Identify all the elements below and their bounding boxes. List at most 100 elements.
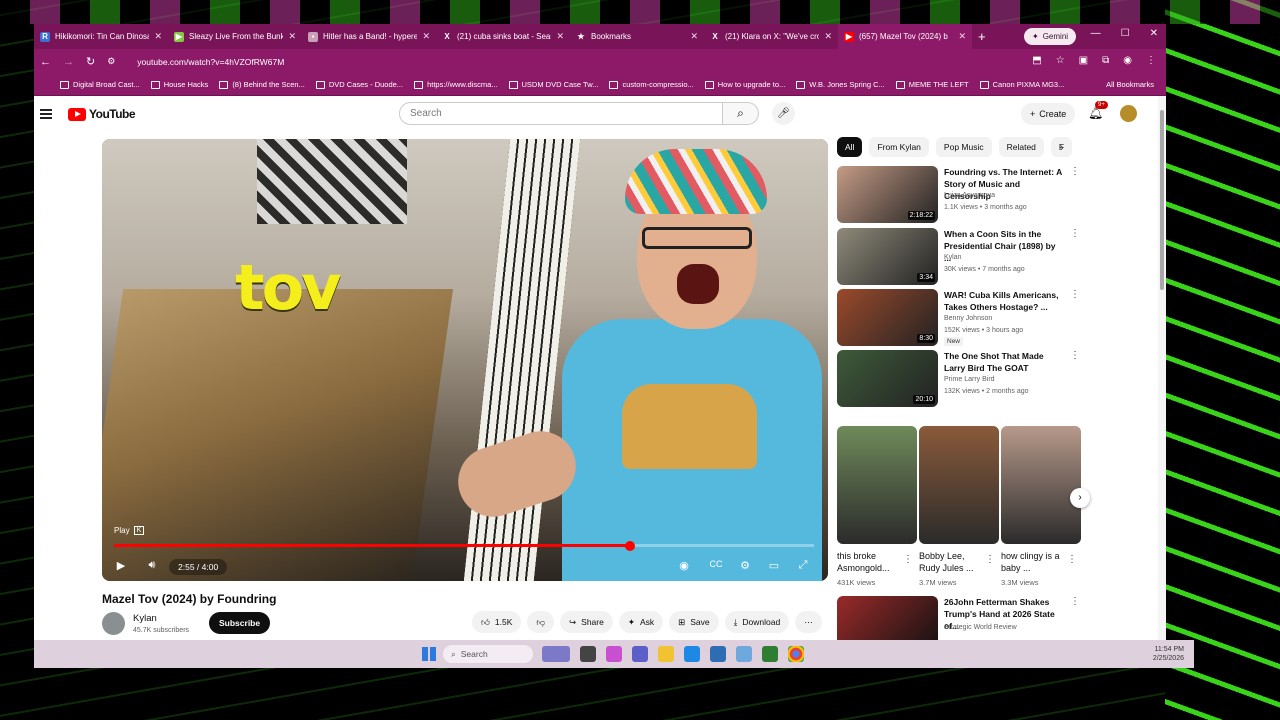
shorts-next-icon[interactable]: › [1070,488,1090,508]
more-options-icon[interactable]: ⋮ [1067,554,1077,565]
save-button[interactable]: ⊞ Save [669,611,719,633]
settings-gear-icon[interactable]: ⚙ [736,559,754,575]
bookmark-star-icon[interactable]: ☆ [1056,55,1065,66]
ask-button[interactable]: ✦ Ask [618,611,664,633]
widgets-icon[interactable] [542,646,570,662]
menu-dots-icon[interactable]: ⋮ [1146,55,1156,66]
browser-tab[interactable]: ▪ Hitler has a Band! - hypere ✕ [302,24,436,49]
tab-close-icon[interactable]: ✕ [154,31,162,42]
settings-app-icon[interactable] [736,646,752,662]
url-field[interactable]: youtube.com/watch?v=4hVZOfRW67M [137,57,284,67]
close-icon[interactable]: ✕ [1150,28,1158,39]
edge-icon[interactable] [684,646,700,662]
bookmark-item[interactable]: W.B. Jones Spring C... [796,80,885,89]
short-title[interactable]: how clingy is a baby ... [1001,550,1063,574]
rec-title[interactable]: WAR! Cuba Kills Americans, Takes Others … [944,289,1062,313]
video-player[interactable]: tov Play K ▶ 🔊︎ 2:55 / 4:00 ◉ CC ⚙ ▭ ⤢ [102,139,828,581]
site-info-icon[interactable]: ⚙ [107,56,115,67]
hamburger-menu-icon[interactable] [40,109,52,119]
volume-icon[interactable]: 🔊︎ [143,559,161,575]
more-actions-button[interactable]: ⋯ [795,611,822,633]
rec-title[interactable]: The One Shot That Made Larry Bird The GO… [944,350,1062,374]
windows-start-icon[interactable] [422,647,436,661]
bookmark-item[interactable]: Digital Broad Cast... [60,80,140,89]
tab-close-icon[interactable]: ✕ [288,31,296,42]
bookmark-item[interactable]: DVD Cases - Duode... [315,80,403,89]
youtube-logo[interactable]: YouTube [68,107,136,121]
play-icon[interactable]: ▶ [112,559,130,575]
install-icon[interactable]: ⬒ [1032,55,1041,66]
taskbar-search[interactable]: ⌕ Search [443,645,533,663]
scrubber-handle[interactable] [625,540,636,551]
short-title[interactable]: this broke Asmongold... [837,550,899,574]
scrollbar-thumb[interactable] [1160,110,1164,290]
more-options-icon[interactable]: ⋮ [1070,289,1080,300]
chevron-right-icon[interactable]: › [1060,142,1064,154]
browser-tab[interactable]: X (21) cuba sinks boat - Searc ✕ [436,24,570,49]
search-input[interactable]: Search [399,102,723,125]
store-icon[interactable] [710,646,726,662]
theater-mode-icon[interactable]: ▭ [765,559,783,575]
more-options-icon[interactable]: ⋮ [903,554,913,565]
search-icon[interactable]: ⌕ [723,102,759,125]
bookmark-item[interactable]: Canon PIXMA MG3... [979,80,1064,89]
bookmark-item[interactable]: (8) Behind the Scen... [219,80,305,89]
browser-tab[interactable]: ▶ Sleazy Live From the Bunker ✕ [168,24,302,49]
chrome-icon[interactable] [788,646,804,662]
download-button[interactable]: ⤓ Download [724,611,790,633]
recommendation-item[interactable]: 2:18:22 Foundring vs. The Internet: A St… [837,166,1087,224]
rec-channel[interactable]: Prime Larry Bird [944,376,995,383]
bookmark-item[interactable]: MEME THE LEFT [895,80,969,89]
cast-icon[interactable]: ▣ [1079,55,1088,66]
tab-close-icon[interactable]: ✕ [958,31,966,42]
minimize-icon[interactable]: — [1091,28,1101,39]
progress-bar[interactable] [114,540,814,551]
profile-icon[interactable]: ◉ [1123,55,1132,66]
short-thumbnail[interactable] [1001,426,1081,544]
channel-name[interactable]: Kylan [133,613,157,624]
back-icon[interactable]: ← [40,56,51,68]
tab-close-icon[interactable]: ✕ [556,31,564,42]
more-options-icon[interactable]: ⋮ [1070,350,1080,361]
recommendation-item[interactable]: 3:34 When a Coon Sits in the Presidentia… [837,228,1087,286]
reload-icon[interactable]: ↻ [86,55,95,68]
autoplay-toggle-icon[interactable]: ◉ [675,559,693,575]
share-button[interactable]: ↪ Share [560,611,613,633]
recommendation-item[interactable]: 20:10 The One Shot That Made Larry Bird … [837,350,1087,408]
short-thumbnail[interactable] [919,426,999,544]
teams-icon[interactable] [632,646,648,662]
new-tab-button[interactable]: + [978,29,986,44]
more-options-icon[interactable]: ⋮ [1070,228,1080,239]
filter-chip[interactable]: Pop Music [935,137,992,157]
bookmark-item[interactable]: custom-compressio... [609,80,694,89]
short-title[interactable]: Bobby Lee, Rudy Jules ... [919,550,981,574]
recommendation-item[interactable]: 8:30 WAR! Cuba Kills Americans, Takes Ot… [837,289,1087,347]
bookmark-item[interactable]: https://www.discma... [414,80,498,89]
captions-icon[interactable]: CC [707,559,725,575]
task-view-icon[interactable] [580,646,596,662]
dislike-button[interactable]: 👎︎ [527,611,555,633]
filter-chip[interactable]: Related [998,137,1044,157]
maximize-icon[interactable]: ☐ [1121,28,1130,39]
more-options-icon[interactable]: ⋮ [1070,166,1080,177]
like-button[interactable]: 👍︎ 1.5K [472,611,522,633]
bookmark-item[interactable]: How to upgrade to... [704,80,785,89]
tab-close-icon[interactable]: ✕ [824,31,832,42]
rec-channel[interactable]: Benny Johnson [944,315,992,322]
file-explorer-icon[interactable] [658,646,674,662]
video-thumbnail[interactable]: 3:34 [837,228,938,285]
extensions-icon[interactable]: ⧉ [1102,55,1109,66]
video-thumbnail[interactable]: 8:30 [837,289,938,346]
video-thumbnail[interactable]: 2:18:22 [837,166,938,223]
browser-tab[interactable]: ★ Bookmarks ✕ [570,24,704,49]
account-avatar[interactable] [1120,105,1137,122]
app-icon[interactable] [762,646,778,662]
rec-channel[interactable]: Strategic World Review [944,624,1017,631]
rec-channel[interactable]: Luiza Asyamova [944,192,995,199]
filter-chip[interactable]: From Kylan [869,137,929,157]
create-button[interactable]: + Create [1021,103,1076,125]
subscribe-button[interactable]: Subscribe [209,612,271,634]
more-options-icon[interactable]: ⋮ [985,554,995,565]
forward-icon[interactable]: → [63,56,74,68]
bookmark-item[interactable]: USDM DVD Case Tw... [508,80,598,89]
